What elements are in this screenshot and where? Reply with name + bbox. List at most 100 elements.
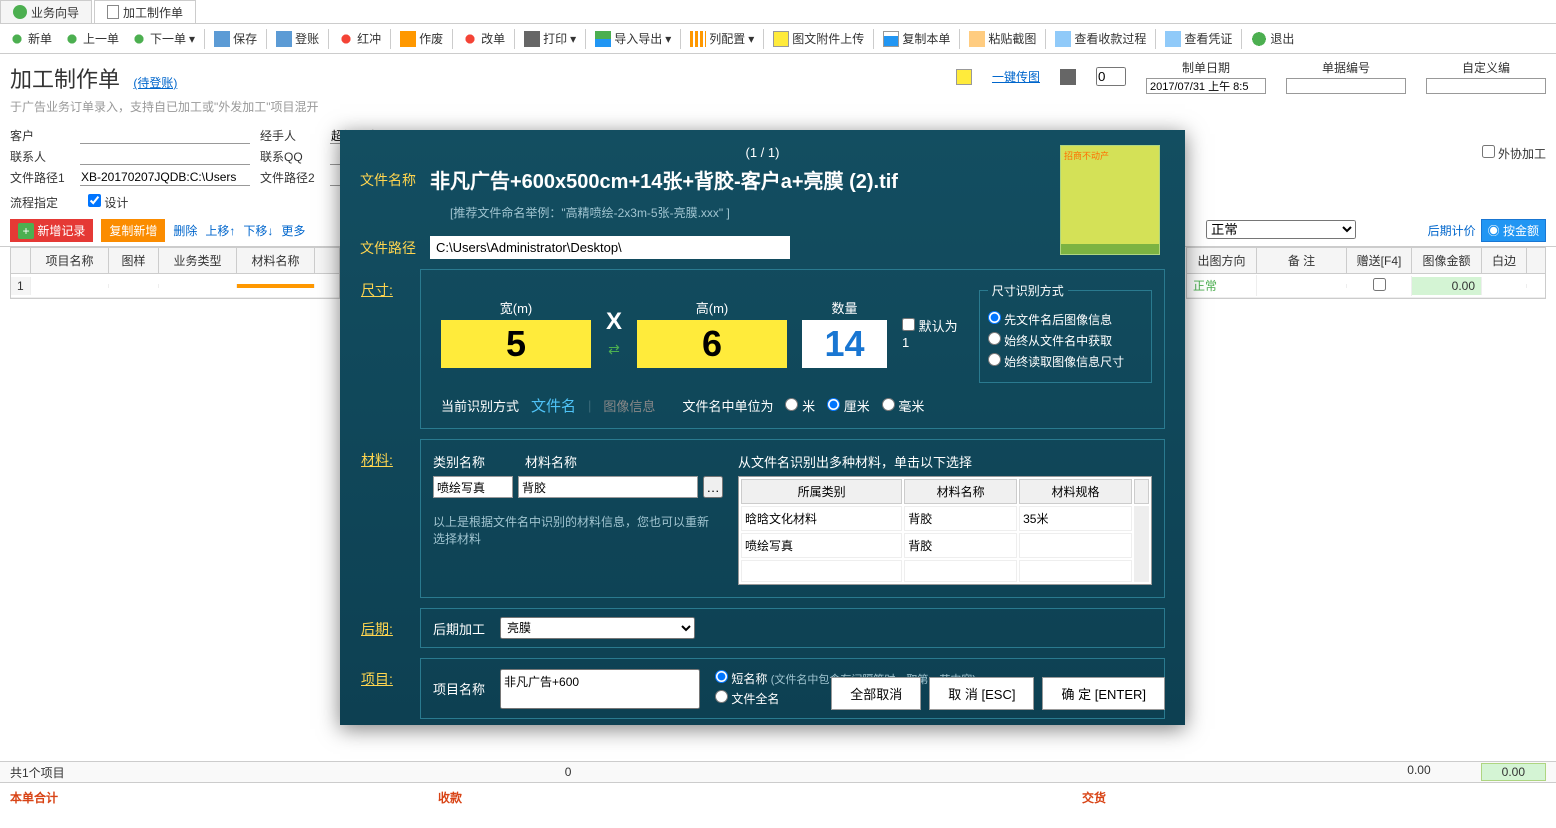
add-record-button[interactable]: + 新增记录 — [10, 219, 93, 242]
qty-input[interactable] — [802, 320, 887, 368]
upload-button[interactable]: 图文附件上传 — [768, 28, 869, 49]
modify-button[interactable]: 改单 — [457, 28, 510, 49]
col-edge[interactable]: 白边 — [1482, 248, 1527, 273]
docno-input[interactable] — [1286, 78, 1406, 94]
next-icon — [131, 31, 147, 47]
customer-input[interactable] — [80, 127, 250, 144]
width-label: 宽(m) — [500, 298, 533, 317]
material-row[interactable]: 喷绘写真背胶 — [741, 533, 1149, 558]
print-button[interactable]: 打印▾ — [519, 28, 581, 49]
red-button[interactable]: 红冲 — [333, 28, 386, 49]
handler-label: 经手人 — [260, 127, 320, 144]
grid-row[interactable]: 1 — [11, 274, 339, 298]
recog-opt2[interactable]: 始终从文件名中获取 — [988, 332, 1143, 349]
material-input[interactable] — [518, 476, 698, 498]
import-export-button[interactable]: 导入导出▾ — [590, 28, 676, 49]
moveup-link[interactable]: 上移↑ — [205, 222, 235, 239]
swap-icon[interactable]: ⇄ — [608, 341, 620, 358]
footer-payment: 收款 — [438, 789, 462, 806]
multi-material-label: 从文件名识别出多种材料，单击以下选择 — [738, 452, 1152, 471]
col-project[interactable]: 项目名称 — [31, 248, 109, 273]
void-icon — [400, 31, 416, 47]
unit-mm[interactable]: 毫米 — [882, 396, 925, 415]
col-biztype[interactable]: 业务类型 — [159, 248, 237, 273]
page-desc: 于广告业务订单录入，支持自已加工或"外发加工"项目混开 — [10, 98, 1546, 115]
material-browse-button[interactable]: … — [703, 476, 723, 498]
unit-m[interactable]: 米 — [785, 396, 815, 415]
prev-button[interactable]: 上一单 — [59, 28, 124, 49]
movedown-link[interactable]: 下移↓ — [243, 222, 273, 239]
recog-opt3[interactable]: 始终读取图像信息尺寸 — [988, 353, 1143, 370]
default1-check[interactable]: 默认为 1 — [902, 316, 964, 350]
height-input[interactable] — [637, 320, 787, 368]
outsource-check[interactable]: 外协加工 — [1482, 147, 1546, 161]
ok-button[interactable]: 确 定 [ENTER] — [1042, 677, 1165, 710]
cancel-all-button[interactable]: 全部取消 — [831, 677, 921, 710]
category-input[interactable] — [433, 476, 513, 498]
viewvoucher-icon — [1165, 31, 1181, 47]
page-counter: (1 / 1) — [360, 145, 1165, 160]
cancel-button[interactable]: 取 消 [ESC] — [929, 677, 1034, 710]
unit-cm[interactable]: 厘米 — [827, 396, 870, 415]
page-title: 加工制作单 — [10, 62, 120, 94]
post-button[interactable]: 登账 — [271, 28, 324, 49]
columns-icon — [690, 31, 706, 47]
copy-button[interactable]: 复制本单 — [878, 28, 955, 49]
postproc-select[interactable]: 亮膜 — [500, 617, 695, 639]
grid-row-right[interactable]: 正常 0.00 — [1187, 274, 1545, 298]
footer-total: 本单合计 — [10, 789, 58, 806]
filepath-input[interactable] — [430, 236, 790, 259]
viewpay-button[interactable]: 查看收款过程 — [1050, 28, 1151, 49]
gift-check[interactable] — [1373, 278, 1386, 291]
custom-input[interactable] — [1426, 78, 1546, 94]
onekey-link[interactable]: 一键传图 — [992, 68, 1040, 85]
projectname-label: 项目名称 — [433, 679, 485, 698]
design-check[interactable]: 设计 — [88, 194, 128, 211]
image-info[interactable]: 图像信息 — [603, 396, 655, 415]
customer-label: 客户 — [10, 127, 70, 144]
void-button[interactable]: 作废 — [395, 28, 448, 49]
more-link[interactable]: 更多 — [281, 222, 305, 239]
date-input[interactable] — [1146, 78, 1266, 94]
col-imgamt[interactable]: 图像金额 — [1412, 248, 1482, 273]
projectname-input[interactable]: 非凡广告+600 — [500, 669, 700, 709]
status-sub[interactable]: (待登账) — [133, 76, 177, 90]
columns-button[interactable]: 列配置▾ — [685, 28, 759, 49]
next-button[interactable]: 下一单▾ — [126, 28, 200, 49]
new-button[interactable]: 新单 — [4, 28, 57, 49]
recog-opt1[interactable]: 先文件名后图像信息 — [988, 311, 1143, 328]
date-label: 制单日期 — [1182, 59, 1230, 76]
filename-hint: [推荐文件命名举例："高精喷绘-2x3m-5张-亮膜.xxx" ] — [450, 204, 1165, 221]
path1-label: 文件路径1 — [10, 169, 70, 186]
prev-icon — [64, 31, 80, 47]
material-row[interactable]: 晗晗文化材料背胶35米 — [741, 506, 1149, 531]
save-button[interactable]: 保存 — [209, 28, 262, 49]
col-gift[interactable]: 赠送[F4] — [1347, 248, 1412, 273]
path1-input[interactable] — [80, 169, 250, 186]
contact-input[interactable] — [80, 148, 250, 165]
filename-label: 文件名称 — [360, 170, 430, 190]
delete-link[interactable]: 删除 — [173, 222, 197, 239]
status-select[interactable]: 正常 — [1206, 220, 1356, 239]
col-note[interactable]: 备 注 — [1257, 248, 1347, 273]
byamount-button[interactable]: ◉ 按金额 — [1481, 219, 1546, 242]
postcalc-link[interactable]: 后期计价 — [1428, 222, 1476, 239]
doc-icon — [107, 5, 119, 19]
width-input[interactable] — [441, 320, 591, 368]
postproc-label: 后期加工 — [433, 619, 485, 638]
paste-button[interactable]: 粘贴截图 — [964, 28, 1041, 49]
spin-input[interactable] — [1096, 67, 1126, 86]
tab-order[interactable]: 加工制作单 — [94, 0, 196, 23]
custom-label: 自定义编 — [1462, 59, 1510, 76]
tab-guide[interactable]: 业务向导 — [0, 0, 92, 23]
col-image[interactable]: 图样 — [109, 248, 159, 273]
document-tabs: 业务向导 加工制作单 — [0, 0, 1556, 24]
viewvoucher-button[interactable]: 查看凭证 — [1160, 28, 1237, 49]
outsource-panel: 外协加工 — [1482, 145, 1546, 162]
col-dir[interactable]: 出图方向 — [1187, 248, 1257, 273]
copy-add-button[interactable]: 复制新增 — [101, 219, 165, 242]
material-table[interactable]: 所属类别材料名称材料规格 晗晗文化材料背胶35米 喷绘写真背胶 — [738, 476, 1152, 585]
exit-button[interactable]: 退出 — [1246, 28, 1299, 49]
viewpay-icon — [1055, 31, 1071, 47]
col-material[interactable]: 材料名称 — [237, 248, 315, 273]
